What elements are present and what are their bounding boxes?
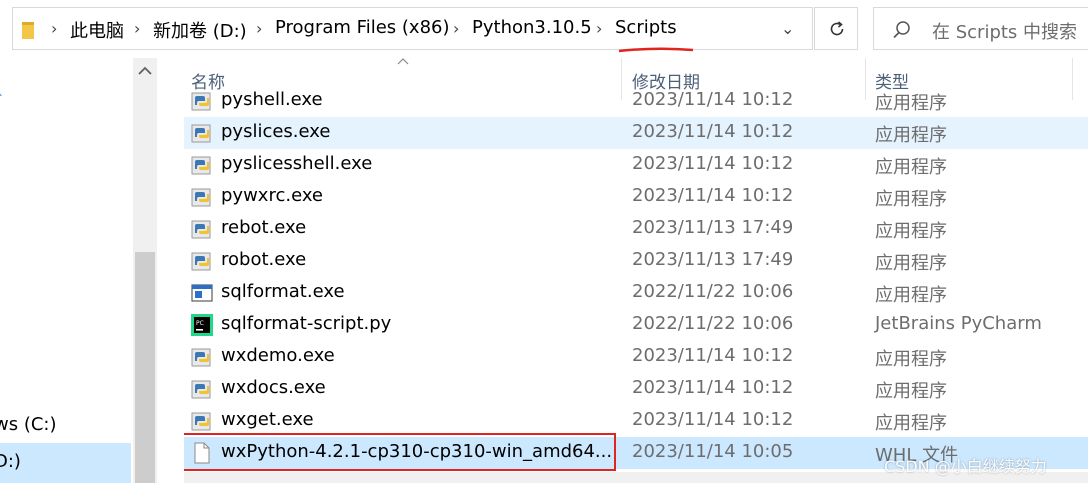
- nav-fragment-icon: ˎ: [0, 82, 4, 96]
- file-name: pywxrc.exe: [221, 185, 324, 206]
- file-modified-date: 2023/11/14 10:05: [632, 441, 794, 462]
- red-underline-annotation: [618, 47, 694, 53]
- pycharm-file-icon: PC: [191, 314, 213, 336]
- file-name: pyslicesshell.exe: [221, 153, 373, 174]
- python-exe-icon: [191, 218, 213, 240]
- file-row[interactable]: robot.exe 2023/11/13 17:49 应用程序: [184, 245, 1088, 277]
- chevron-right-icon: ›: [134, 19, 141, 38]
- address-bar[interactable]: › 此电脑 › 新加卷 (D:) › Program Files (x86) ›…: [12, 7, 813, 53]
- search-input[interactable]: 在 Scripts 中搜索: [932, 18, 1077, 44]
- chevron-right-icon: ›: [256, 19, 263, 38]
- file-modified-date: 2023/11/14 10:12: [632, 377, 794, 398]
- nav-item-drive-d[interactable]: D:): [0, 451, 21, 472]
- sort-ascending-icon: [397, 58, 409, 65]
- python-exe-icon: [191, 90, 213, 112]
- folder-icon: [22, 22, 34, 39]
- file-name: wxdemo.exe: [221, 345, 335, 366]
- red-highlight-box: [184, 433, 616, 471]
- file-row[interactable]: sqlformat.exe 2022/11/22 10:06 应用程序: [184, 277, 1088, 309]
- python-exe-icon: [191, 154, 213, 176]
- file-modified-date: 2023/11/14 10:12: [632, 185, 794, 206]
- chevron-right-icon: ›: [596, 19, 603, 38]
- file-modified-date: 2023/11/14 10:12: [632, 89, 794, 110]
- file-name: sqlformat.exe: [221, 281, 345, 302]
- file-row[interactable]: wxdocs.exe 2023/11/14 10:12 应用程序: [184, 373, 1088, 405]
- search-box[interactable]: 在 Scripts 中搜索: [873, 7, 1088, 50]
- file-modified-date: 2023/11/14 10:12: [632, 121, 794, 142]
- nav-scrollbar-thumb[interactable]: [135, 252, 155, 483]
- chevron-right-icon: ›: [453, 19, 460, 38]
- chevron-down-icon[interactable]: ⌄: [781, 19, 794, 38]
- breadcrumb-program-files[interactable]: Program Files (x86): [275, 17, 450, 38]
- python-exe-icon: [191, 346, 213, 368]
- search-icon: [893, 21, 910, 39]
- file-name: pyshell.exe: [221, 89, 323, 110]
- chevron-right-icon: ›: [51, 19, 58, 38]
- file-list[interactable]: 名称 修改日期 类型 pyshell.exe 2023/11/14 10:12 应用…: [184, 58, 1088, 483]
- breadcrumb-scripts[interactable]: Scripts: [615, 17, 677, 38]
- file-modified-date: 2023/11/13 17:49: [632, 249, 794, 270]
- python-exe-icon: [191, 122, 213, 144]
- file-row[interactable]: pyslicesshell.exe 2023/11/14 10:12 应用程序: [184, 149, 1088, 181]
- file-row[interactable]: pyslices.exe 2023/11/14 10:12 应用程序: [184, 117, 1088, 149]
- file-name: rebot.exe: [221, 217, 307, 238]
- file-name: sqlformat-script.py: [221, 313, 392, 334]
- python-exe-icon: [191, 378, 213, 400]
- file-name: wxget.exe: [221, 409, 314, 430]
- refresh-icon: [830, 21, 844, 36]
- file-type: 应用程序: [875, 413, 947, 434]
- file-modified-date: 2022/11/22 10:06: [632, 281, 794, 302]
- svg-text:PC: PC: [196, 320, 204, 327]
- file-name: wxdocs.exe: [221, 377, 326, 398]
- breadcrumb-python[interactable]: Python3.10.5: [472, 17, 592, 38]
- scroll-up-arrow-icon[interactable]: [138, 66, 152, 76]
- file-modified-date: 2023/11/13 17:49: [632, 217, 794, 238]
- file-type: 应用程序: [875, 189, 947, 210]
- file-type: JetBrains PyCharm: [875, 313, 1042, 334]
- file-type: 应用程序: [875, 349, 947, 370]
- file-row[interactable]: PC sqlformat-script.py 2022/11/22 10:06 Jet…: [184, 309, 1088, 341]
- file-modified-date: 2023/11/14 10:12: [632, 345, 794, 366]
- python-exe-icon: [191, 250, 213, 272]
- file-type: 应用程序: [875, 381, 947, 402]
- file-type: 应用程序: [875, 253, 947, 274]
- breadcrumb-this-pc[interactable]: 此电脑: [70, 17, 124, 43]
- file-modified-date: 2022/11/22 10:06: [632, 313, 794, 334]
- file-type: 应用程序: [875, 125, 947, 146]
- navigation-pane[interactable]: ˎ ws (C:) D:): [0, 58, 160, 483]
- file-name: robot.exe: [221, 249, 307, 270]
- refresh-button[interactable]: [814, 7, 858, 50]
- file-type: 应用程序: [875, 221, 947, 242]
- file-type: 应用程序: [875, 157, 947, 178]
- python-exe-icon: [191, 410, 213, 432]
- file-row[interactable]: pywxrc.exe 2023/11/14 10:12 应用程序: [184, 181, 1088, 213]
- file-modified-date: 2023/11/14 10:12: [632, 153, 794, 174]
- python-exe-icon: [191, 186, 213, 208]
- file-modified-date: 2023/11/14 10:12: [632, 409, 794, 430]
- file-row[interactable]: pyshell.exe 2023/11/14 10:12 应用程序: [184, 85, 1088, 117]
- file-name: pyslices.exe: [221, 121, 331, 142]
- file-type: 应用程序: [875, 285, 947, 306]
- watermark: CSDN @小白继续努力: [884, 457, 1047, 476]
- file-row[interactable]: rebot.exe 2023/11/13 17:49 应用程序: [184, 213, 1088, 245]
- file-row[interactable]: wxdemo.exe 2023/11/14 10:12 应用程序: [184, 341, 1088, 373]
- nav-item-drive-c[interactable]: ws (C:): [0, 414, 57, 435]
- file-type: 应用程序: [875, 93, 947, 114]
- window-exe-icon: [191, 282, 213, 304]
- breadcrumb-drive-d[interactable]: 新加卷 (D:): [153, 17, 247, 43]
